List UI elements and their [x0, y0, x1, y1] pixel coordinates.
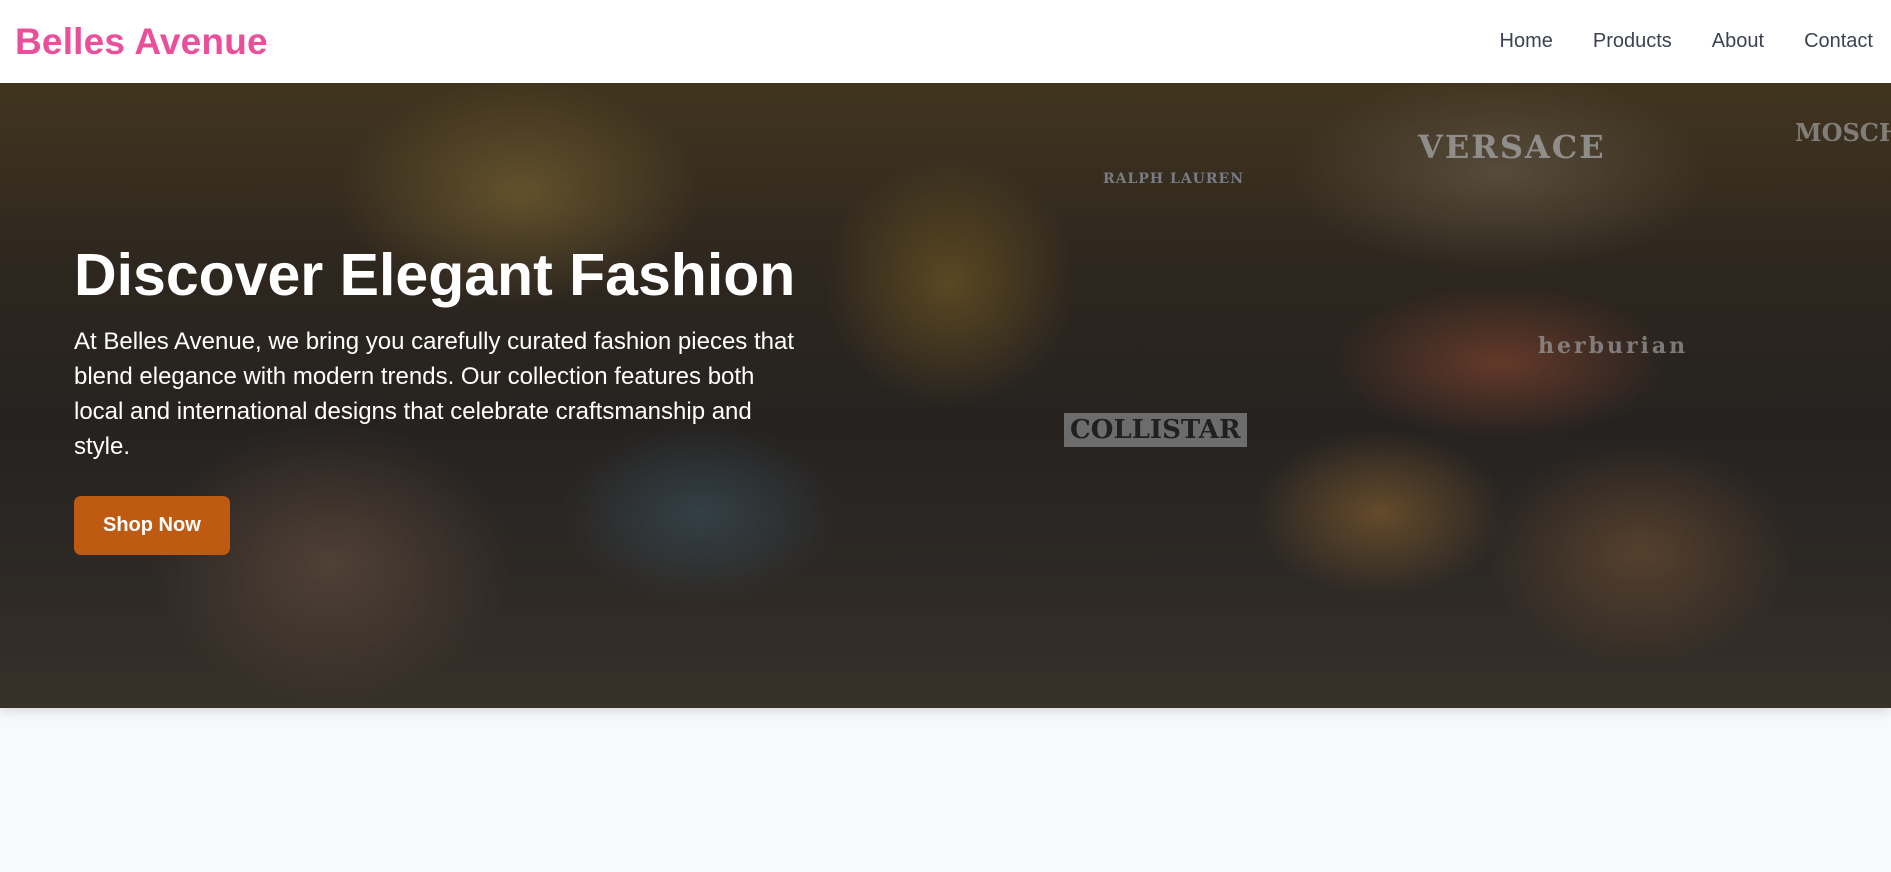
- nav-home[interactable]: Home: [1500, 30, 1553, 53]
- hero-content: Discover Elegant Fashion At Belles Avenu…: [74, 243, 814, 555]
- navbar: Belles Avenue Home Products About Contac…: [0, 0, 1891, 83]
- brand-logo[interactable]: Belles Avenue: [15, 21, 268, 63]
- hero-section: VERSACE RALPH LAUREN COLLISTAR MOSCHINO …: [0, 83, 1891, 708]
- nav-contact[interactable]: Contact: [1804, 30, 1873, 53]
- nav-about[interactable]: About: [1712, 30, 1764, 53]
- nav-products[interactable]: Products: [1593, 30, 1672, 53]
- hero-title: Discover Elegant Fashion: [74, 242, 796, 308]
- nav-links: Home Products About Contact: [1500, 30, 1877, 53]
- hero-description: At Belles Avenue, we bring you carefully…: [74, 327, 794, 460]
- shop-now-button[interactable]: Shop Now: [74, 495, 230, 555]
